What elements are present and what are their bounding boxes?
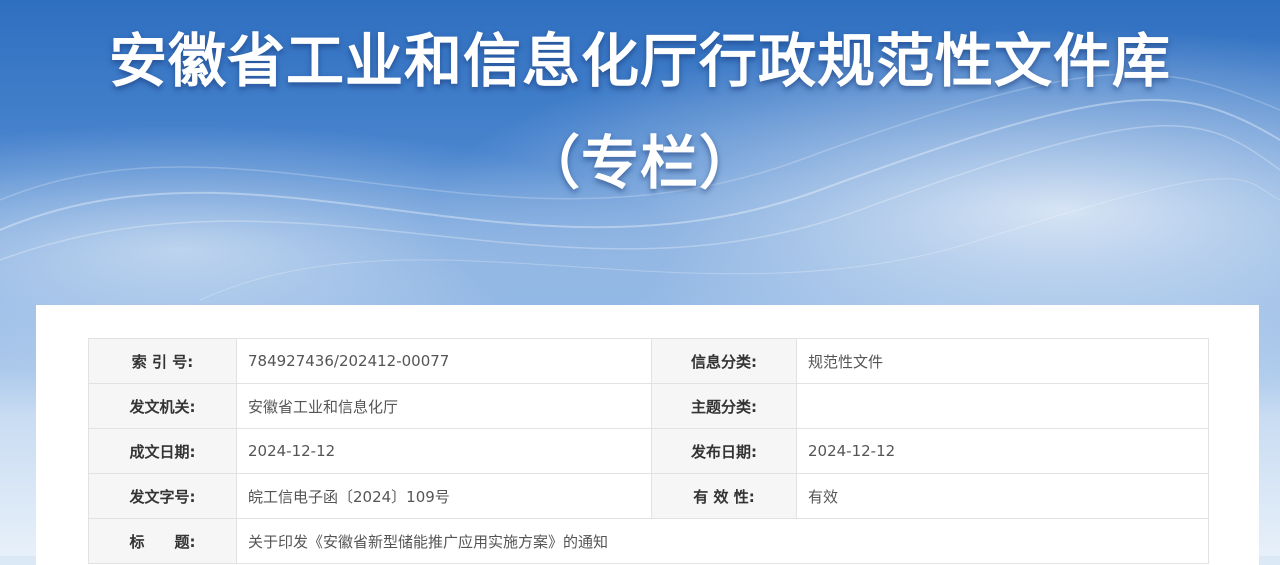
written-date-label: 成文日期: — [88, 428, 237, 474]
table-row: 标 题: 关于印发《安徽省新型储能推广应用实施方案》的通知 — [88, 518, 1209, 564]
document-info-panel: 索 引 号: 784927436/202412-00077 信息分类: 规范性文… — [36, 305, 1259, 565]
publish-date-label: 发布日期: — [651, 428, 797, 474]
doc-title-value: 关于印发《安徽省新型储能推广应用实施方案》的通知 — [236, 518, 1209, 564]
page-subtitle: （专栏） — [521, 129, 758, 197]
publish-date-value: 2024-12-12 — [796, 428, 1209, 474]
validity-value: 有效 — [796, 473, 1209, 519]
table-row: 成文日期: 2024-12-12 发布日期: 2024-12-12 — [88, 428, 1209, 474]
table-row: 发文字号: 皖工信电子函〔2024〕109号 有 效 性: 有效 — [88, 473, 1209, 519]
info-category-label: 信息分类: — [651, 338, 797, 384]
table-row: 发文机关: 安徽省工业和信息化厅 主题分类: — [88, 383, 1209, 429]
doc-number-label: 发文字号: — [88, 473, 237, 519]
index-no-label: 索 引 号: — [88, 338, 237, 384]
issuing-org-label: 发文机关: — [88, 383, 237, 429]
written-date-value: 2024-12-12 — [236, 428, 652, 474]
doc-number-value: 皖工信电子函〔2024〕109号 — [236, 473, 652, 519]
validity-label: 有 效 性: — [651, 473, 797, 519]
doc-title-label: 标 题: — [88, 518, 237, 564]
issuing-org-value: 安徽省工业和信息化厅 — [236, 383, 652, 429]
document-info-table: 索 引 号: 784927436/202412-00077 信息分类: 规范性文… — [88, 338, 1209, 564]
index-no-value: 784927436/202412-00077 — [236, 338, 652, 384]
page-title: 安徽省工业和信息化厅行政规范性文件库 — [108, 27, 1171, 95]
subject-category-label: 主题分类: — [651, 383, 797, 429]
table-row: 索 引 号: 784927436/202412-00077 信息分类: 规范性文… — [88, 338, 1209, 384]
subject-category-value — [796, 383, 1209, 429]
info-category-value: 规范性文件 — [796, 338, 1209, 384]
